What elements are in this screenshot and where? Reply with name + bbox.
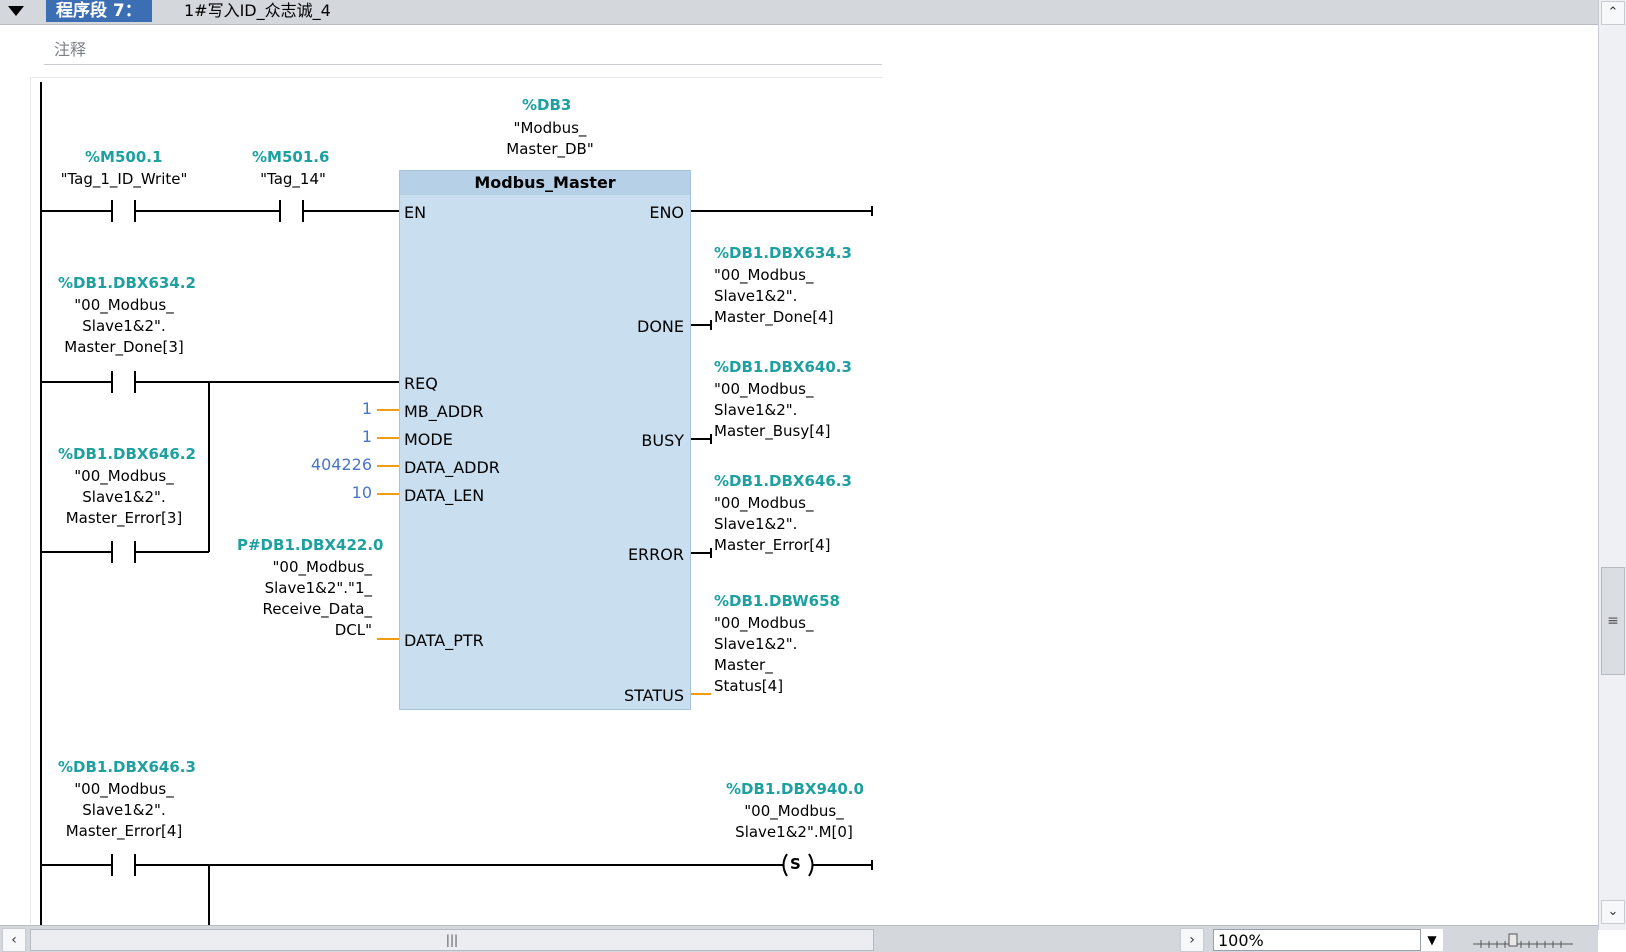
instance-db-addr[interactable]: %DB3 (522, 96, 571, 114)
horizontal-scrollbar[interactable]: ‹ ||| › 100% ▼ (0, 925, 1598, 952)
contact-dbx634-2-sym[interactable]: "00_Modbus_ Slave1&2". Master_Done[3] (44, 295, 204, 358)
scroll-up-button[interactable]: ⌃ (1601, 1, 1625, 25)
pin-mb-addr: MB_ADDR (404, 402, 484, 421)
data-ptr-sym[interactable]: "00_Modbus_ Slave1&2"."1_ Receive_Data_ … (232, 557, 372, 641)
vertical-scroll-thumb[interactable]: ≡ (1601, 567, 1625, 675)
data-len-value[interactable]: 10 (330, 483, 372, 502)
coil-addr[interactable]: %DB1.DBX940.0 (726, 780, 864, 798)
zoom-slider[interactable] (1473, 933, 1573, 948)
pin-req: REQ (404, 374, 438, 393)
contact-dbx646-2-sym[interactable]: "00_Modbus_ Slave1&2". Master_Error[3] (44, 466, 204, 529)
coil-sym[interactable]: "00_Modbus_ Slave1&2".M[0] (724, 801, 864, 843)
contact-m501-addr[interactable]: %M501.6 (252, 148, 329, 166)
horizontal-scroll-thumb[interactable]: ||| (30, 929, 874, 951)
data-ptr-addr[interactable]: P#DB1.DBX422.0 (237, 536, 383, 554)
pin-en: EN (404, 203, 427, 222)
contact-m501-sym[interactable]: "Tag_14" (243, 169, 343, 190)
pin-data-addr: DATA_ADDR (404, 458, 500, 477)
instance-db-name-2[interactable]: Master_DB" (488, 139, 612, 160)
zoom-dropdown-icon[interactable]: ▼ (1420, 929, 1443, 951)
busy-addr[interactable]: %DB1.DBX640.3 (714, 358, 852, 376)
done-sym[interactable]: "00_Modbus_ Slave1&2". Master_Done[4] (714, 265, 864, 328)
coil-set[interactable]: S (790, 855, 801, 873)
pin-data-ptr: DATA_PTR (404, 631, 484, 650)
instance-db-name-1[interactable]: "Modbus_ (500, 118, 600, 139)
pin-done: DONE (637, 317, 684, 336)
modbus-master-block[interactable]: Modbus_Master EN REQ MB_ADDR MODE DATA_A… (399, 170, 691, 710)
status-sym[interactable]: "00_Modbus_ Slave1&2". Master_ Status[4] (714, 613, 864, 697)
mb-addr-value[interactable]: 1 (330, 399, 372, 418)
pin-busy: BUSY (641, 431, 684, 450)
fb-title: Modbus_Master (400, 171, 690, 195)
contact-dbx634-2-addr[interactable]: %DB1.DBX634.2 (58, 274, 196, 292)
pin-eno: ENO (649, 203, 684, 222)
contact-m500-sym[interactable]: "Tag_1_ID_Write" (44, 169, 204, 190)
busy-sym[interactable]: "00_Modbus_ Slave1&2". Master_Busy[4] (714, 379, 864, 442)
contact-dbx646-2-addr[interactable]: %DB1.DBX646.2 (58, 445, 196, 463)
status-addr[interactable]: %DB1.DBW658 (714, 592, 840, 610)
error-sym[interactable]: "00_Modbus_ Slave1&2". Master_Error[4] (714, 493, 864, 556)
contact-dbx646-3-addr[interactable]: %DB1.DBX646.3 (58, 758, 196, 776)
zoom-input[interactable]: 100% (1213, 929, 1443, 951)
data-addr-value[interactable]: 404226 (292, 455, 372, 474)
scroll-left-button[interactable]: ‹ (2, 928, 26, 952)
pin-error: ERROR (627, 545, 684, 564)
vertical-scrollbar[interactable]: ⌃ ≡ ⌄ (1598, 0, 1626, 930)
contact-m500-addr[interactable]: %M500.1 (85, 148, 162, 166)
pin-data-len: DATA_LEN (404, 486, 485, 505)
mode-value[interactable]: 1 (330, 427, 372, 446)
pin-status: STATUS (623, 686, 684, 705)
contact-dbx646-3-sym[interactable]: "00_Modbus_ Slave1&2". Master_Error[4] (44, 779, 204, 842)
error-addr[interactable]: %DB1.DBX646.3 (714, 472, 852, 490)
scroll-right-button[interactable]: › (1180, 928, 1204, 952)
scroll-down-button[interactable]: ⌄ (1601, 900, 1625, 924)
done-addr[interactable]: %DB1.DBX634.3 (714, 244, 852, 262)
pin-mode: MODE (404, 430, 453, 449)
zoom-value: 100% (1218, 931, 1264, 950)
